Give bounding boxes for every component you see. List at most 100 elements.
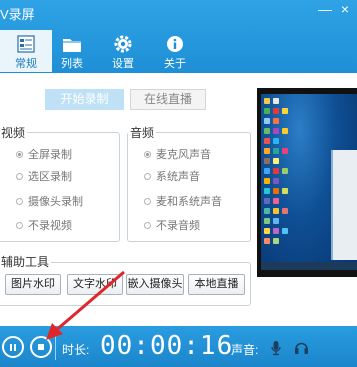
desktop-icon — [273, 198, 279, 204]
desktop-icon — [273, 218, 279, 224]
stop-icon — [38, 344, 44, 350]
desktop-icon — [273, 238, 279, 244]
desktop-icon — [264, 238, 270, 244]
tab-general-label: 常规 — [15, 58, 37, 70]
radio-dot — [144, 198, 151, 205]
desktop-icon — [273, 178, 279, 184]
desktop-icon — [264, 198, 270, 204]
pause-icon — [10, 344, 12, 351]
tab-settings[interactable]: 设置 — [97, 30, 149, 72]
desktop-icon — [273, 148, 279, 154]
desktop-icon — [273, 228, 279, 234]
desktop-icon — [273, 138, 279, 144]
audio-option-none[interactable]: 不录音频 — [144, 217, 200, 233]
radio-dot — [16, 151, 23, 158]
desktop-icon — [282, 148, 288, 154]
radio-dot — [16, 173, 23, 180]
app-window-thumbnail — [331, 150, 357, 260]
desktop-icon — [264, 118, 270, 124]
desktop-icon — [273, 188, 279, 194]
tab-settings-label: 设置 — [112, 58, 134, 70]
desktop-icon — [264, 228, 270, 234]
video-option-label: 全屏录制 — [28, 149, 72, 161]
desktop-icon — [264, 168, 270, 174]
desktop-icon — [264, 218, 270, 224]
divider — [55, 334, 56, 360]
audio-option-label: 麦和系统声音 — [156, 196, 222, 208]
tab-general[interactable]: 常规 — [0, 30, 52, 72]
desktop-icon — [273, 98, 279, 104]
local-live-button[interactable]: 本地直播 — [188, 274, 245, 295]
desktop-icon — [273, 158, 279, 164]
stop-button[interactable] — [30, 336, 52, 358]
video-option-camera[interactable]: 摄像头录制 — [16, 193, 83, 209]
live-stream-button[interactable]: 在线直播 — [130, 89, 206, 110]
desktop-icon — [264, 98, 270, 104]
volume-label: 声音: — [231, 343, 259, 357]
video-option-label: 摄像头录制 — [28, 196, 83, 208]
title-bar: V录屏 — × 常规 列表 设置 关于 — [0, 0, 357, 73]
text-watermark-button[interactable]: 文字水印 — [67, 274, 123, 295]
video-option-region[interactable]: 选区录制 — [16, 168, 72, 184]
radio-dot — [16, 222, 23, 229]
start-recording-button[interactable]: 开始录制 — [45, 89, 124, 110]
desktop-icon — [282, 108, 288, 114]
video-option-label: 选区录制 — [28, 171, 72, 183]
folder-icon — [63, 39, 81, 52]
desktop-icon — [264, 208, 270, 214]
desktop-icon — [273, 168, 279, 174]
image-watermark-button[interactable]: 图片水印 — [5, 274, 61, 295]
desktop-icon — [273, 128, 279, 134]
tab-about[interactable]: 关于 — [149, 30, 201, 72]
desktop-icon — [282, 188, 288, 194]
screen-preview — [257, 88, 357, 277]
radio-dot — [144, 173, 151, 180]
desktop-icon — [264, 188, 270, 194]
duration-label: 时长: — [62, 343, 90, 357]
desktop-icon — [273, 108, 279, 114]
desktop-icon — [282, 168, 288, 174]
desktop-thumbnail — [261, 94, 357, 270]
audio-group-title: 音频 — [128, 124, 157, 141]
desktop-icon — [282, 208, 288, 214]
desktop-icon — [273, 118, 279, 124]
video-option-label: 不录视频 — [28, 220, 72, 232]
audio-option-mic-and-system[interactable]: 麦和系统声音 — [144, 193, 222, 209]
desktop-icon — [264, 158, 270, 164]
audio-option-label: 不录音频 — [156, 220, 200, 232]
pause-button[interactable] — [2, 336, 24, 358]
audio-option-label: 系统声音 — [156, 171, 200, 183]
radio-dot — [144, 222, 151, 229]
audio-option-system[interactable]: 系统声音 — [144, 168, 200, 184]
desktop-icon — [264, 108, 270, 114]
radio-dot — [144, 151, 151, 158]
desktop-icon — [264, 138, 270, 144]
minimize-button[interactable]: — — [318, 2, 332, 16]
close-button[interactable]: × — [338, 2, 352, 16]
desktop-icon — [273, 208, 279, 214]
headphones-icon[interactable] — [294, 340, 309, 355]
desktop-icon — [282, 228, 288, 234]
video-option-none[interactable]: 不录视频 — [16, 217, 72, 233]
app-title: V录屏 — [0, 7, 35, 22]
info-icon — [167, 36, 183, 52]
video-option-fullscreen[interactable]: 全屏录制 — [16, 146, 72, 162]
desktop-icon — [264, 178, 270, 184]
desktop-icon — [264, 148, 270, 154]
tab-list-label: 列表 — [61, 58, 83, 70]
recording-timer: 00:00:16 — [100, 331, 234, 361]
radio-dot — [16, 198, 23, 205]
desktop-icon — [264, 128, 270, 134]
audio-option-mic[interactable]: 麦克风声音 — [144, 146, 211, 162]
audio-option-label: 麦克风声音 — [156, 149, 211, 161]
embed-camera-button[interactable]: 嵌入摄像头 — [126, 274, 184, 295]
tab-about-label: 关于 — [164, 58, 186, 70]
desktop-icon — [282, 128, 288, 134]
video-group-title: 视频 — [0, 124, 28, 141]
settings-sheet-icon — [17, 35, 35, 53]
tools-group-title: 辅助工具 — [0, 253, 52, 270]
taskbar-thumbnail — [261, 262, 357, 270]
tab-list[interactable]: 列表 — [46, 30, 98, 72]
gear-icon — [114, 35, 132, 53]
microphone-icon[interactable] — [270, 340, 282, 356]
